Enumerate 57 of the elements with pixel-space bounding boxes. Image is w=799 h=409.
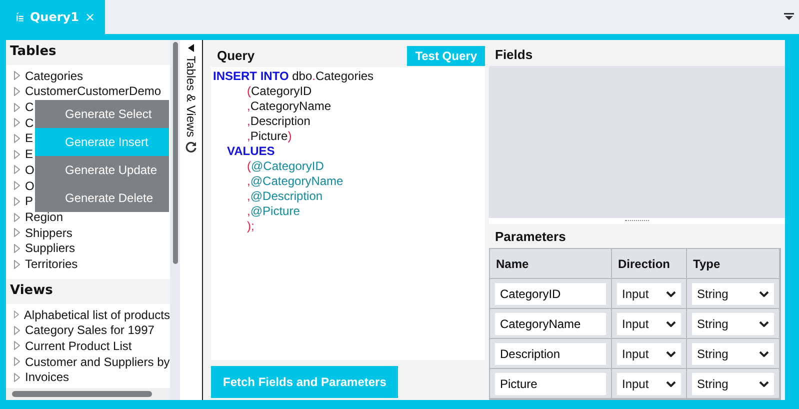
refresh-icon[interactable] (185, 141, 197, 154)
name-field[interactable]: CategoryID (495, 282, 606, 304)
name-field[interactable]: Description (495, 342, 606, 364)
panel-title: Parameters (495, 228, 566, 244)
tree-item[interactable]: Category Sales for 1997 (25, 323, 154, 338)
chevron-down-icon (759, 380, 769, 386)
tree-item[interactable]: Region (25, 210, 64, 224)
chevron-down-icon (759, 290, 769, 296)
tree-item[interactable]: Territories (25, 257, 78, 272)
tree-item[interactable]: Categories (25, 68, 84, 83)
chevron-down-icon (759, 350, 769, 356)
column-header: Direction (612, 249, 687, 279)
tree-item[interactable]: C (25, 100, 34, 114)
tree-item[interactable]: Invoices (25, 370, 70, 384)
chevron-down-icon (666, 320, 676, 326)
tree-item[interactable]: CustomerCustomerDemo (25, 84, 162, 98)
menu-item[interactable]: Generate Delete (35, 184, 169, 212)
type-dropdown[interactable]: String (692, 372, 774, 394)
panel-label[interactable]: Tables & Views (184, 56, 198, 138)
direction-dropdown[interactable]: Input (617, 372, 681, 394)
collapse-arrow-icon[interactable] (188, 44, 194, 52)
tree-item[interactable]: Customer and Suppliers by (25, 354, 170, 369)
tree-item[interactable]: O (25, 162, 34, 177)
tree-item[interactable]: C (25, 116, 34, 130)
scrollbar-thumb[interactable] (12, 391, 152, 398)
tree-item[interactable]: Suppliers (25, 241, 76, 256)
chevron-down-icon (666, 380, 676, 386)
column-header: Name (490, 249, 612, 279)
direction-dropdown[interactable]: Input (617, 342, 681, 364)
column-header: Type (687, 249, 780, 279)
name-field[interactable]: CategoryName (495, 312, 606, 334)
tree-item[interactable]: Current Product List (25, 338, 132, 353)
tab-title: Query1 (30, 10, 79, 24)
type-dropdown[interactable]: String (692, 282, 774, 304)
type-dropdown[interactable]: String (692, 312, 774, 334)
tree-item[interactable]: Shippers (25, 226, 72, 240)
name-field[interactable]: Picture (495, 372, 606, 394)
chevron-down-icon (666, 350, 676, 356)
section-title: Views (6, 278, 170, 304)
panel-title: Query (217, 48, 255, 63)
query-editor[interactable]: INSERT INTO dbo.Categories (CategoryID ,CategoryName ,Description ,Picture) VALUES (@CategoryID ,@CategoryName ,@Description ,@Picture ); (211, 67, 485, 360)
direction-dropdown[interactable]: Input (617, 282, 681, 304)
tree-item[interactable]: P (25, 194, 34, 208)
dropdown-arrow-icon[interactable] (784, 13, 794, 21)
menu-item[interactable]: Generate Select (35, 100, 169, 128)
menu-item[interactable]: Generate Update (35, 156, 169, 184)
tree-item[interactable]: E (25, 147, 34, 162)
section-title: Tables (6, 40, 170, 65)
tree-item[interactable]: O (25, 178, 34, 193)
tree-item[interactable]: E (25, 131, 34, 146)
type-dropdown[interactable]: String (692, 342, 774, 364)
panel-title: Fields (495, 47, 533, 62)
scrollbar-thumb[interactable] (172, 42, 178, 264)
tree-item[interactable]: Alphabetical list of products (24, 308, 170, 322)
chevron-down-icon (666, 290, 676, 296)
direction-dropdown[interactable]: Input (617, 312, 681, 334)
chevron-down-icon (759, 320, 769, 326)
